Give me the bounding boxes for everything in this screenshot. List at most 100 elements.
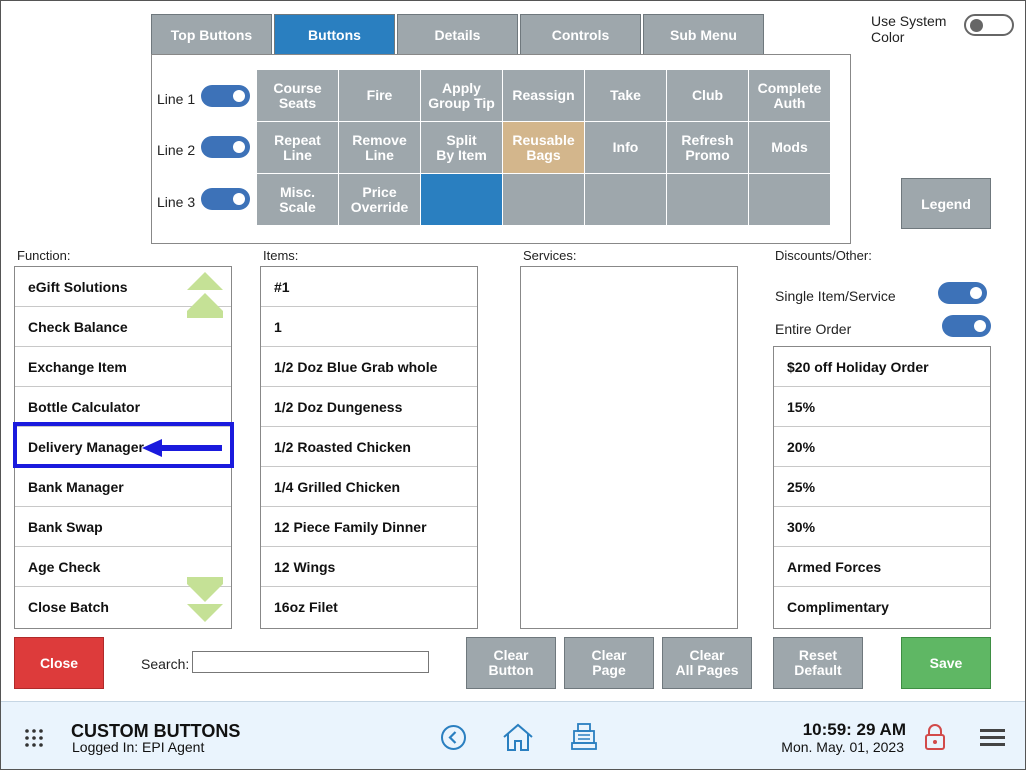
grid-button-remove-line[interactable]: Remove Line [339,122,420,173]
list-item[interactable]: 16oz Filet [261,587,477,627]
tab-buttons[interactable]: Buttons [274,14,395,55]
list-item[interactable]: Complimentary [774,587,990,627]
grid-button-fire[interactable]: Fire [339,70,420,121]
list-item[interactable]: $20 off Holiday Order [774,347,990,387]
list-item[interactable]: 20% [774,427,990,467]
tab-sub-menu[interactable]: Sub Menu [643,14,764,55]
list-item-label: Bank Manager [28,478,124,495]
save-button[interactable]: Save [901,637,991,689]
lock-icon[interactable] [924,724,946,751]
grid-button-club[interactable]: Club [667,70,748,121]
grid-button-empty[interactable] [749,174,830,225]
list-item[interactable]: #1 [261,267,477,307]
grid-button-apply-group-tip[interactable]: Apply Group Tip [421,70,502,121]
list-item-label: Age Check [28,558,101,575]
grid-button-misc-scale[interactable]: Misc. Scale [257,174,338,225]
grid-button-empty[interactable] [667,174,748,225]
grid-button-course-seats[interactable]: Course Seats [257,70,338,121]
home-icon[interactable] [502,722,534,752]
clock-time: 10:59: 29 AM [802,720,906,739]
list-item-label: 20% [787,438,816,455]
list-item[interactable]: 1/4 Grilled Chicken [261,467,477,507]
scroll-top-bar-icon[interactable] [187,311,223,318]
list-item[interactable]: Bank Manager [15,467,231,507]
list-item-label: 12 Wings [274,558,336,575]
grid-button-repeat-line[interactable]: Repeat Line [257,122,338,173]
use-system-color-text: Use System Color [871,13,947,45]
list-item[interactable]: Armed Forces [774,547,990,587]
services-section-label: Services: [523,248,577,263]
scroll-bottom-bar-icon[interactable] [187,577,223,584]
list-item[interactable]: 15% [774,387,990,427]
toggle-knob [970,19,983,32]
scroll-up-arrow-icon[interactable] [187,272,223,290]
scroll-up-arrow-icon[interactable] [187,293,223,311]
single-item-service-toggle[interactable] [938,282,987,304]
grid-button-info[interactable]: Info [585,122,666,173]
list-item-label: 25% [787,478,816,495]
legend-button[interactable]: Legend [901,178,991,229]
discounts-section-label: Discounts/Other: [775,248,872,263]
clear-all-pages-button[interactable]: Clear All Pages [662,637,752,689]
grid-button-price-override[interactable]: Price Override [339,174,420,225]
list-item-label: Armed Forces [787,558,882,575]
list-item[interactable]: 25% [774,467,990,507]
list-item-label: eGift Solutions [28,278,128,295]
list-item[interactable]: Exchange Item [15,347,231,387]
list-item-label: 1/2 Doz Dungeness [274,398,403,415]
use-system-color-toggle[interactable] [964,14,1014,36]
search-input[interactable] [192,651,429,673]
list-item[interactable]: 12 Piece Family Dinner [261,507,477,547]
items-section-label: Items: [263,248,299,263]
close-button[interactable]: Close [14,637,104,689]
list-item[interactable]: Bottle Calculator [15,387,231,427]
use-system-color-label: Use System Color [871,13,946,45]
list-item[interactable]: Bank Swap [15,507,231,547]
apps-grid-icon[interactable] [24,728,44,748]
line-2-toggle[interactable] [201,136,250,158]
toggle-knob [974,320,986,332]
list-item-label: Close Batch [28,599,109,615]
toggle-knob [233,193,245,205]
clear-page-button[interactable]: Clear Page [564,637,654,689]
clock-date: Mon. May. 01, 2023 [781,739,904,755]
hamburger-menu-icon[interactable] [980,728,1005,748]
list-item-label: Complimentary [787,599,889,615]
items-list: #1 1 1/2 Doz Blue Grab whole 1/2 Doz Dun… [260,266,478,629]
list-item[interactable]: 1/2 Doz Dungeness [261,387,477,427]
custom-buttons-screen: Top Buttons Buttons Details Controls Sub… [0,0,1026,770]
list-item[interactable]: 1 [261,307,477,347]
grid-button-take[interactable]: Take [585,70,666,121]
list-item[interactable]: 1/2 Doz Blue Grab whole [261,347,477,387]
tab-top-buttons[interactable]: Top Buttons [151,14,272,55]
grid-button-selected-empty[interactable] [421,174,502,225]
scroll-down-arrow-icon[interactable] [187,584,223,602]
register-icon[interactable] [570,722,598,752]
list-item-label: 30% [787,518,816,535]
line-3-toggle[interactable] [201,188,250,210]
list-item[interactable]: 1/2 Roasted Chicken [261,427,477,467]
grid-button-reusable-bags[interactable]: Reusable Bags [503,122,584,173]
grid-button-empty[interactable] [585,174,666,225]
services-list[interactable] [520,266,738,629]
tab-details[interactable]: Details [397,14,518,55]
tab-controls[interactable]: Controls [520,14,641,55]
scroll-down-arrow-icon[interactable] [187,604,223,622]
grid-button-mods[interactable]: Mods [749,122,830,173]
grid-button-reassign[interactable]: Reassign [503,70,584,121]
grid-button-split-by-item[interactable]: Split By Item [421,122,502,173]
grid-button-empty[interactable] [503,174,584,225]
back-circle-icon[interactable] [440,724,467,751]
list-item-label: 12 Piece Family Dinner [274,518,427,535]
entire-order-toggle[interactable] [942,315,991,337]
list-item[interactable]: 30% [774,507,990,547]
reset-default-button[interactable]: Reset Default [773,637,863,689]
list-item-label: 1 [274,318,282,335]
clear-button-button[interactable]: Clear Button [466,637,556,689]
line-1-toggle[interactable] [201,85,250,107]
line-3-label: Line 3 [157,194,196,210]
line-1-label: Line 1 [157,91,196,107]
list-item[interactable]: 12 Wings [261,547,477,587]
grid-button-complete-auth[interactable]: Complete Auth [749,70,830,121]
grid-button-refresh-promo[interactable]: Refresh Promo [667,122,748,173]
